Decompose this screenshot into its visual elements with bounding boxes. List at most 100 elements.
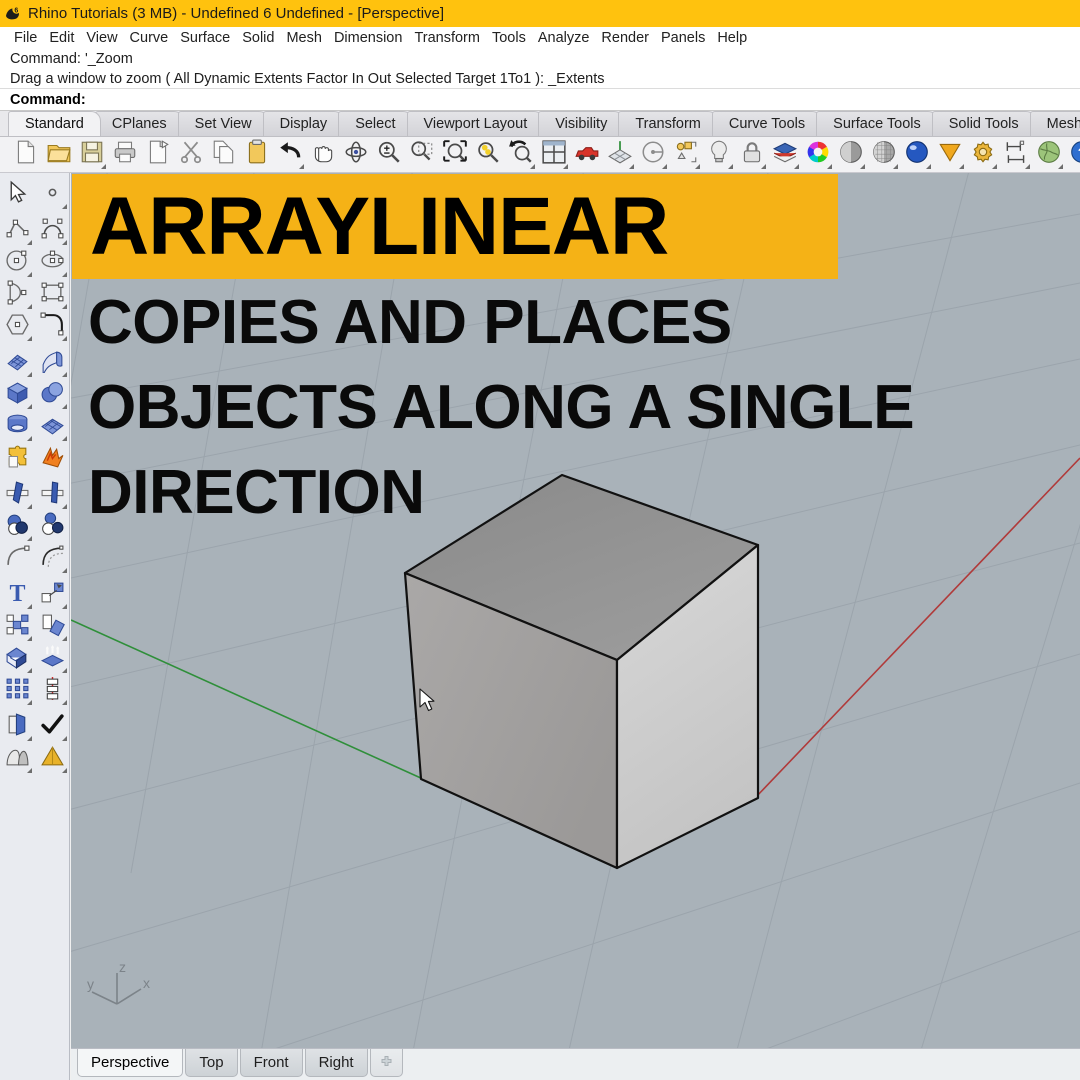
flyout-corner-icon[interactable] bbox=[1058, 163, 1063, 169]
flyout-corner-icon[interactable] bbox=[1025, 163, 1030, 169]
surface-tools-button[interactable] bbox=[35, 411, 70, 443]
menu-item-solid[interactable]: Solid bbox=[236, 31, 280, 46]
offset-curve-button[interactable] bbox=[35, 543, 70, 575]
flyout-corner-icon[interactable] bbox=[27, 504, 32, 509]
extrude-surface-button[interactable] bbox=[35, 347, 70, 379]
tab-mesh-tools[interactable]: Mesh Tools bbox=[1029, 111, 1080, 136]
viewport-tab-right[interactable]: Right bbox=[304, 1049, 368, 1077]
flyout-corner-icon[interactable] bbox=[62, 304, 67, 309]
polygon-button[interactable] bbox=[0, 311, 35, 343]
pan-hand-button[interactable] bbox=[306, 139, 339, 171]
command-history[interactable]: Command: '_Zoom Drag a window to zoom ( … bbox=[0, 49, 1080, 89]
lock-button[interactable] bbox=[735, 139, 768, 171]
ghosted-sphere-button[interactable] bbox=[867, 139, 900, 171]
circle-button[interactable] bbox=[0, 247, 35, 279]
block-edit-button[interactable] bbox=[669, 139, 702, 171]
flyout-corner-icon[interactable] bbox=[62, 736, 67, 741]
add-viewport-tab-button[interactable] bbox=[369, 1049, 403, 1077]
export-button[interactable] bbox=[141, 139, 174, 171]
solid-tools-button[interactable] bbox=[0, 743, 35, 775]
move-button[interactable] bbox=[35, 579, 70, 611]
menu-item-curve[interactable]: Curve bbox=[124, 31, 175, 46]
dimension-button[interactable] bbox=[999, 139, 1032, 171]
flyout-corner-icon[interactable] bbox=[728, 163, 733, 169]
rectangle-button[interactable] bbox=[35, 279, 70, 311]
tab-cplanes[interactable]: CPlanes bbox=[94, 111, 184, 136]
viewport-tab-top[interactable]: Top bbox=[185, 1049, 238, 1077]
menu-item-help[interactable]: Help bbox=[711, 31, 753, 46]
help-question-button[interactable]: ? bbox=[1065, 139, 1080, 171]
flyout-corner-icon[interactable] bbox=[530, 163, 535, 169]
flyout-corner-icon[interactable] bbox=[827, 163, 832, 169]
zoom-window-button[interactable] bbox=[405, 139, 438, 171]
paste-clipboard-button[interactable] bbox=[240, 139, 273, 171]
flyout-corner-icon[interactable] bbox=[27, 336, 32, 341]
viewport-tab-front[interactable]: Front bbox=[239, 1049, 303, 1077]
flyout-corner-icon[interactable] bbox=[62, 668, 67, 673]
save-file-button[interactable] bbox=[75, 139, 108, 171]
flyout-corner-icon[interactable] bbox=[27, 536, 32, 541]
cplane-grid-button[interactable] bbox=[603, 139, 636, 171]
text-object-button[interactable]: T bbox=[0, 579, 35, 611]
flyout-corner-icon[interactable] bbox=[27, 304, 32, 309]
array-button[interactable] bbox=[0, 611, 35, 643]
arc-button[interactable] bbox=[0, 279, 35, 311]
zoom-extents-button[interactable] bbox=[438, 139, 471, 171]
perspective-viewport[interactable] bbox=[71, 173, 1080, 1048]
flyout-corner-icon[interactable] bbox=[299, 163, 304, 169]
flyout-corner-icon[interactable] bbox=[629, 163, 634, 169]
open-file-button[interactable] bbox=[42, 139, 75, 171]
tab-curve-tools[interactable]: Curve Tools bbox=[711, 111, 823, 136]
light-bulb-button[interactable] bbox=[702, 139, 735, 171]
flyout-corner-icon[interactable] bbox=[893, 163, 898, 169]
mesh-puzzle-button[interactable] bbox=[0, 443, 35, 475]
flyout-corner-icon[interactable] bbox=[860, 163, 865, 169]
flyout-corner-icon[interactable] bbox=[62, 604, 67, 609]
tab-standard[interactable]: Standard bbox=[8, 111, 101, 136]
menu-item-dimension[interactable]: Dimension bbox=[328, 31, 409, 46]
flyout-corner-icon[interactable] bbox=[959, 163, 964, 169]
rotate-button[interactable] bbox=[35, 611, 70, 643]
viewport-tab-perspective[interactable]: Perspective bbox=[77, 1049, 184, 1077]
join-button[interactable] bbox=[0, 711, 35, 743]
flyout-corner-icon[interactable] bbox=[695, 163, 700, 169]
sphere-boolean-button[interactable] bbox=[35, 379, 70, 411]
tab-visibility[interactable]: Visibility bbox=[538, 111, 625, 136]
flyout-corner-icon[interactable] bbox=[27, 240, 32, 245]
select-arrow-button[interactable] bbox=[0, 179, 35, 211]
flyout-corner-icon[interactable] bbox=[62, 240, 67, 245]
flyout-corner-icon[interactable] bbox=[27, 768, 32, 773]
earth-analyze-button[interactable] bbox=[1032, 139, 1065, 171]
menu-item-edit[interactable]: Edit bbox=[43, 31, 80, 46]
rotate-view-button[interactable] bbox=[339, 139, 372, 171]
fillet-edge-button[interactable] bbox=[0, 543, 35, 575]
new-file-button[interactable] bbox=[9, 139, 42, 171]
menu-item-analyze[interactable]: Analyze bbox=[532, 31, 596, 46]
flyout-corner-icon[interactable] bbox=[27, 668, 32, 673]
menu-item-mesh[interactable]: Mesh bbox=[280, 31, 327, 46]
ellipse-button[interactable] bbox=[35, 247, 70, 279]
flyout-corner-icon[interactable] bbox=[62, 700, 67, 705]
array-linear-button[interactable] bbox=[35, 675, 70, 707]
flyout-corner-icon[interactable] bbox=[27, 272, 32, 277]
menu-item-panels[interactable]: Panels bbox=[655, 31, 711, 46]
flyout-corner-icon[interactable] bbox=[62, 204, 67, 209]
flyout-corner-icon[interactable] bbox=[27, 636, 32, 641]
menu-item-file[interactable]: File bbox=[8, 31, 43, 46]
cylinder-button[interactable] bbox=[0, 411, 35, 443]
flyout-corner-icon[interactable] bbox=[992, 163, 997, 169]
tab-transform[interactable]: Transform bbox=[618, 111, 718, 136]
tab-select[interactable]: Select bbox=[338, 111, 413, 136]
flyout-corner-icon[interactable] bbox=[27, 604, 32, 609]
split-button[interactable] bbox=[35, 479, 70, 511]
flyout-corner-icon[interactable] bbox=[27, 436, 32, 441]
menu-item-tools[interactable]: Tools bbox=[486, 31, 532, 46]
tab-surface-tools[interactable]: Surface Tools bbox=[816, 111, 938, 136]
explode-button[interactable] bbox=[35, 443, 70, 475]
options-gear-button[interactable] bbox=[966, 139, 999, 171]
copy-button[interactable] bbox=[207, 139, 240, 171]
flyout-corner-icon[interactable] bbox=[62, 404, 67, 409]
cap-planar-holes-button[interactable] bbox=[0, 643, 35, 675]
four-viewport-button[interactable] bbox=[537, 139, 570, 171]
boolean-union-button[interactable] bbox=[0, 511, 35, 543]
